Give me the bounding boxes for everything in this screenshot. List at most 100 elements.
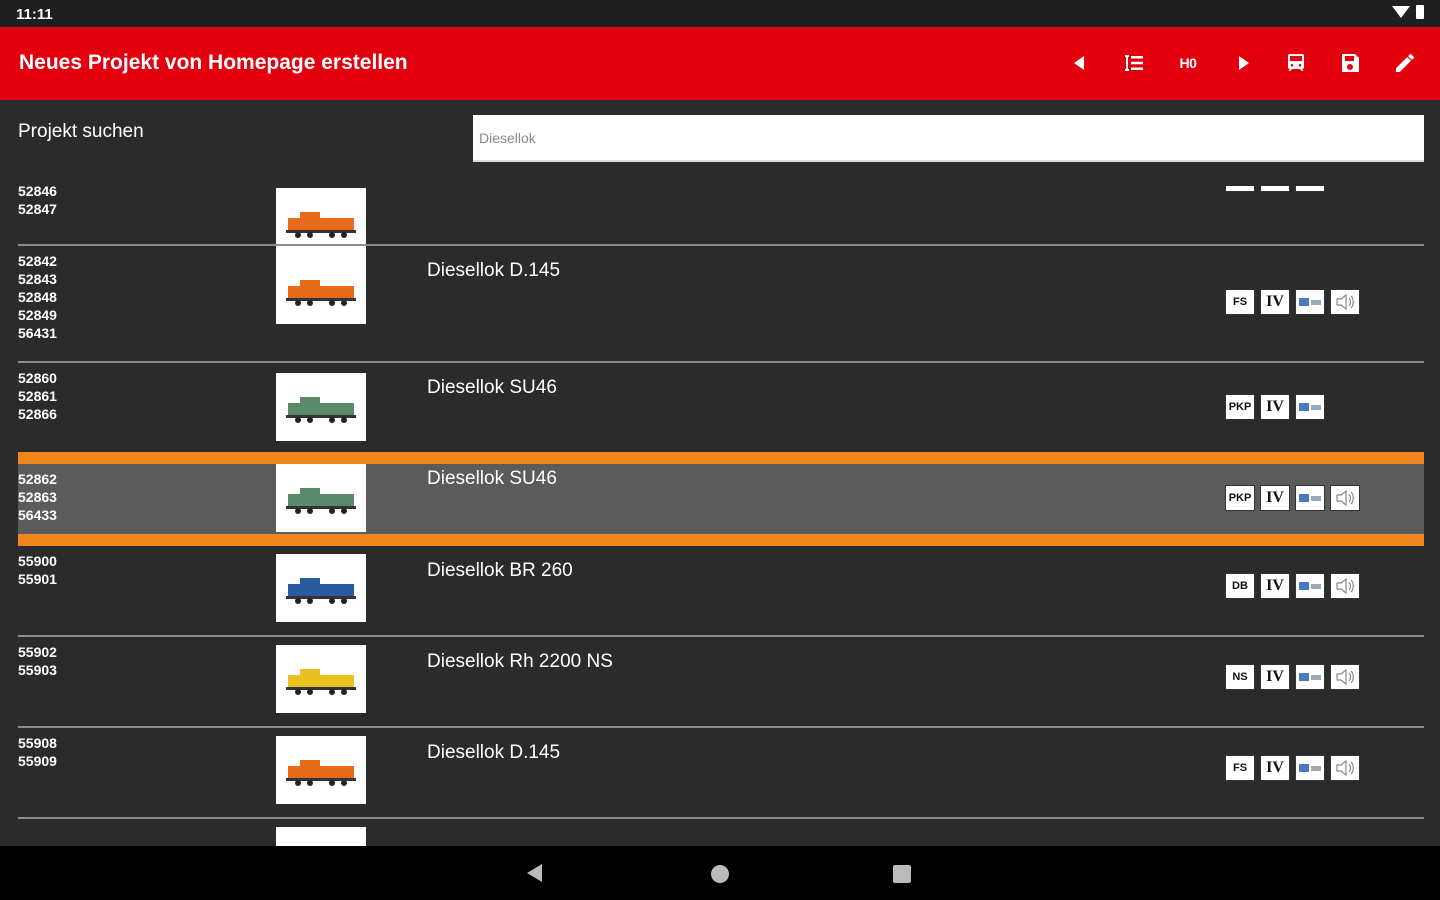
feature-badges: FSIV xyxy=(1225,289,1360,315)
article-number: 52862 xyxy=(18,471,57,487)
edit-icon[interactable] xyxy=(1383,41,1427,85)
feature-badges: NS IV xyxy=(1225,664,1360,690)
project-list[interactable]: 528415284652847FSIV528425284352848528495… xyxy=(18,186,1424,846)
light-icon xyxy=(1295,664,1325,690)
article-numbers: 528415284652847 xyxy=(18,186,57,218)
feature-badges: PKP IV xyxy=(1225,485,1360,511)
article-numbers: 55902 55903 xyxy=(18,643,57,679)
status-time: 11:11 xyxy=(16,6,53,23)
locomotive-thumbnail xyxy=(276,827,366,846)
article-number: 52843 xyxy=(18,271,57,287)
railway-badge: FS xyxy=(1225,186,1255,192)
next-icon[interactable] xyxy=(1221,41,1265,85)
article-number: 52847 xyxy=(18,201,57,217)
railway-badge: DB xyxy=(1225,573,1255,599)
light-icon xyxy=(1295,186,1325,192)
locomotive-thumbnail xyxy=(276,373,366,441)
list-item[interactable]: 528415284652847FSIV xyxy=(18,186,1424,256)
battery-icon xyxy=(1416,5,1424,19)
nav-back-icon[interactable] xyxy=(527,864,542,882)
railway-badge: FS xyxy=(1225,755,1255,781)
article-number: 56431 xyxy=(18,325,57,341)
light-icon xyxy=(1295,485,1325,511)
light-icon xyxy=(1295,755,1325,781)
era-badge: IV xyxy=(1260,664,1290,690)
wifi-icon xyxy=(1392,6,1410,18)
article-numbers: 52842 52843 52848 52849 56431 xyxy=(18,252,57,342)
sound-icon xyxy=(1330,289,1360,315)
feature-badges: DB IV xyxy=(1225,573,1360,599)
android-nav-bar xyxy=(0,846,1440,900)
nav-home-icon[interactable] xyxy=(711,865,729,883)
system-icons xyxy=(1392,5,1424,19)
search-label: Projekt suchen xyxy=(18,121,144,142)
article-number: 55900 xyxy=(18,553,57,569)
article-number: 56433 xyxy=(18,507,57,523)
product-name: Diesellok Rh 2200 NS xyxy=(427,651,613,672)
article-numbers: 55900 55901 xyxy=(18,552,57,588)
article-number: 52848 xyxy=(18,289,57,305)
h0-scale-button[interactable]: H0 xyxy=(1166,41,1210,85)
list-item[interactable]: 52860 52861 52866 Diesellok SU46 PKP IV xyxy=(18,363,1424,458)
search-input[interactable] xyxy=(473,115,1424,162)
list-item[interactable]: 52862 52863 56433 Diesellok SU46 PKP IV xyxy=(18,452,1424,546)
product-name: Diesellok D.145 xyxy=(427,260,561,281)
railway-badge: NS xyxy=(1225,664,1255,690)
light-icon xyxy=(1295,573,1325,599)
list-item[interactable]: 55908 55909 Diesellok D.145 FS IV xyxy=(18,728,1424,819)
article-numbers: 52862 52863 56433 xyxy=(18,470,57,524)
article-number: 55908 xyxy=(18,735,57,751)
prev-icon[interactable] xyxy=(1058,41,1102,85)
feature-badges: FSIV xyxy=(1225,755,1360,781)
app-toolbar: Neues Projekt von Homepage erstellen H0 xyxy=(0,27,1440,100)
product-name: Diesellok SU46 xyxy=(427,468,557,489)
article-number: 55902 xyxy=(18,644,57,660)
save-icon[interactable] xyxy=(1328,41,1372,85)
sort-list-icon[interactable] xyxy=(1112,41,1156,85)
article-number: 55903 xyxy=(18,662,57,678)
article-number: 52842 xyxy=(18,253,57,269)
sound-icon xyxy=(1330,573,1360,599)
sound-icon xyxy=(1330,755,1360,781)
locomotive-thumbnail xyxy=(276,554,366,622)
era-badge: IV xyxy=(1260,755,1290,781)
article-numbers: 52860 52861 52866 xyxy=(18,369,57,423)
article-numbers: 55908 55909 xyxy=(18,734,57,770)
train-icon[interactable] xyxy=(1274,41,1318,85)
locomotive-thumbnail xyxy=(276,645,366,713)
page-title: Neues Projekt von Homepage erstellen xyxy=(19,51,408,74)
article-number: 52846 xyxy=(18,186,57,199)
railway-badge: PKP xyxy=(1225,394,1255,420)
article-number: 52863 xyxy=(18,489,57,505)
locomotive-thumbnail xyxy=(276,464,366,532)
railway-badge: FS xyxy=(1225,289,1255,315)
status-bar: 11:11 xyxy=(0,0,1440,27)
railway-badge: PKP xyxy=(1225,485,1255,511)
article-number: 55909 xyxy=(18,753,57,769)
sound-icon xyxy=(1330,664,1360,690)
list-item[interactable]: 55902 55903 Diesellok Rh 2200 NS NS IV xyxy=(18,637,1424,728)
locomotive-thumbnail xyxy=(276,256,366,324)
era-badge: IV xyxy=(1260,289,1290,315)
sound-icon xyxy=(1330,485,1360,511)
light-icon xyxy=(1295,289,1325,315)
list-item[interactable]: 55900 55901 Diesellok BR 260 DB IV xyxy=(18,546,1424,637)
era-badge: IV xyxy=(1260,394,1290,420)
nav-recent-icon[interactable] xyxy=(893,865,911,883)
h0-label: H0 xyxy=(1179,55,1197,71)
feature-badges: FS IV xyxy=(1225,186,1325,192)
era-badge: IV xyxy=(1260,485,1290,511)
light-icon xyxy=(1295,394,1325,420)
era-badge: IV xyxy=(1260,573,1290,599)
era-badge: IV xyxy=(1260,186,1290,192)
list-item[interactable]: 52842 52843 52848 52849 56431 Diesellok D.145… xyxy=(18,246,1424,363)
article-number: 52866 xyxy=(18,406,57,422)
list-item[interactable] xyxy=(18,819,1424,846)
article-number: 55901 xyxy=(18,571,57,587)
feature-badges: PKP IV xyxy=(1225,394,1325,420)
article-number: 52849 xyxy=(18,307,57,323)
product-name: Diesellok D.145 xyxy=(427,742,561,763)
locomotive-thumbnail xyxy=(276,736,366,804)
article-number: 52861 xyxy=(18,388,57,404)
product-name: Diesellok SU46 xyxy=(427,377,557,398)
